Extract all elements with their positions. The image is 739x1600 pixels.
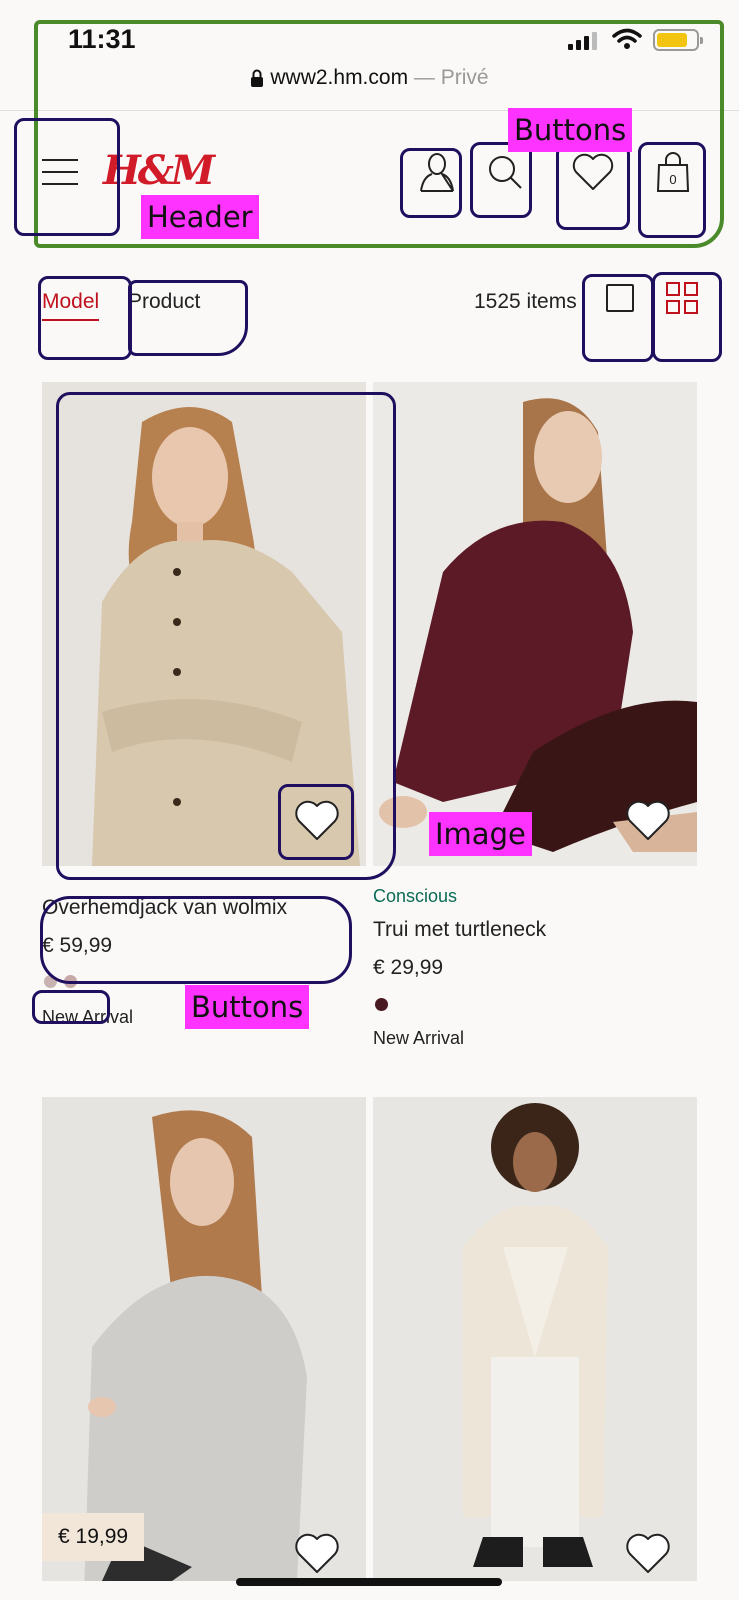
product-price: € 29,99 — [373, 956, 444, 979]
price-tag: € 19,99 — [42, 1513, 145, 1561]
product-card[interactable]: € 19,99 — [42, 1097, 366, 1581]
product-tab-annotation-outline — [128, 280, 248, 356]
favorites-annotation-outline — [556, 144, 630, 230]
product-title[interactable]: Trui met turtleneck — [373, 918, 546, 942]
title-price-annotation-outline — [40, 896, 352, 984]
swatches-annotation-outline — [32, 990, 110, 1024]
single-view-annotation-outline — [582, 274, 654, 362]
image-annotation-label: Image — [429, 812, 532, 856]
buttons-annotation-label: Buttons — [508, 108, 633, 152]
model-tab-annotation-outline — [38, 276, 132, 360]
favorite-heart-icon[interactable] — [625, 1531, 671, 1577]
menu-annotation-outline — [14, 118, 120, 236]
conscious-tag: Conscious — [373, 886, 458, 906]
account-annotation-outline — [400, 148, 462, 218]
bag-annotation-outline — [638, 142, 706, 238]
buttons-annotation-label: Buttons — [185, 985, 310, 1029]
product-image[interactable] — [373, 382, 697, 866]
favorite-heart-icon[interactable] — [625, 798, 671, 844]
header-annotation-label: Header — [141, 195, 259, 239]
product-image[interactable]: € 19,99 — [42, 1097, 366, 1581]
item-count: 1525 items — [474, 290, 577, 313]
home-indicator — [236, 1578, 502, 1586]
favorite-heart-icon[interactable] — [294, 1531, 340, 1577]
product-badge: New Arrival — [373, 1028, 465, 1048]
color-swatch[interactable] — [375, 998, 388, 1011]
heart-annotation-outline — [278, 784, 354, 860]
product-card[interactable]: Conscious Trui met turtleneck € 29,99 Ne… — [373, 382, 697, 1062]
product-image[interactable] — [373, 1097, 697, 1581]
grid-view-annotation-outline — [652, 272, 722, 362]
product-card[interactable] — [373, 1097, 697, 1581]
search-annotation-outline — [470, 142, 532, 218]
